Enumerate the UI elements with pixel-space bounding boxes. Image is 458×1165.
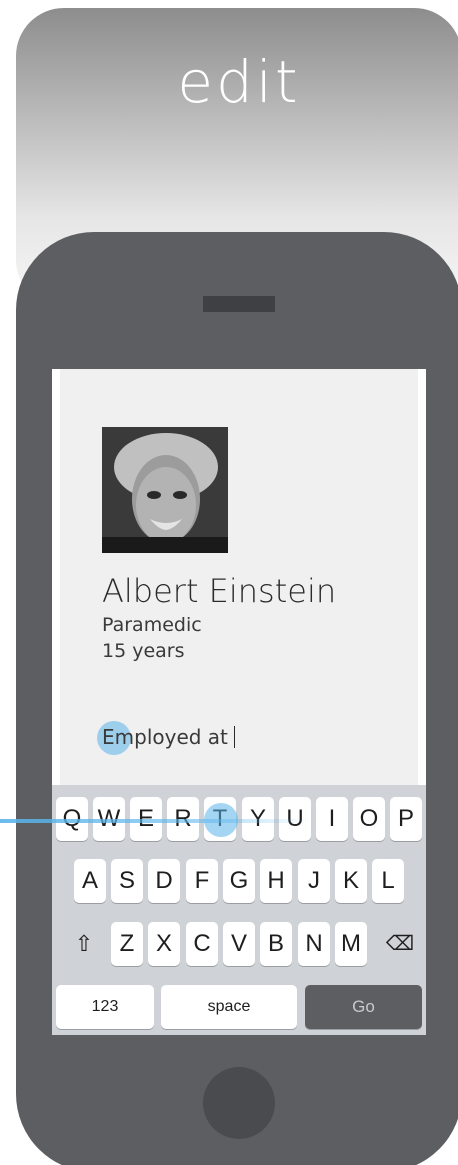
backspace-icon: ⌫ [385,933,415,955]
key-z[interactable]: Z [111,922,143,966]
key-n[interactable]: N [298,922,330,966]
go-button[interactable]: Go [305,985,422,1029]
employed-input[interactable]: Employed at [102,725,235,749]
numbers-key[interactable]: 123 [56,985,154,1029]
page-title: edit [177,48,301,116]
key-k[interactable]: K [335,859,367,903]
profile-years: 15 years [102,640,185,662]
key-h[interactable]: H [260,859,292,903]
shift-key[interactable]: ⇧ [64,922,104,966]
key-m[interactable]: M [335,922,367,966]
delete-key[interactable]: ⌫ [378,922,422,966]
app-mockup: edit Albert Einstein Paramedic 15 years … [0,0,458,1165]
key-g[interactable]: G [223,859,255,903]
phone-speaker [203,296,275,312]
swipe-trail [0,819,310,823]
key-o[interactable]: O [353,797,385,841]
key-a[interactable]: A [74,859,106,903]
profile-name: Albert Einstein [102,572,337,610]
key-b[interactable]: B [260,922,292,966]
key-s[interactable]: S [111,859,143,903]
text-cursor [233,726,235,748]
key-f[interactable]: F [186,859,218,903]
employed-label: Employed at [102,725,228,749]
home-button[interactable] [203,1067,275,1139]
space-key[interactable]: space [161,985,297,1029]
key-p[interactable]: P [390,797,422,841]
profile-role: Paramedic [102,614,202,636]
key-x[interactable]: X [148,922,180,966]
key-d[interactable]: D [148,859,180,903]
portrait-image [102,427,228,553]
shift-icon: ⇧ [74,931,94,956]
phone-screen: Albert Einstein Paramedic 15 years Emplo… [52,369,426,1035]
key-i[interactable]: I [316,797,348,841]
avatar [102,427,228,553]
key-j[interactable]: J [298,859,330,903]
key-c[interactable]: C [186,922,218,966]
screen-edge-right [418,369,426,787]
key-v[interactable]: V [223,922,255,966]
key-l[interactable]: L [372,859,404,903]
screen-edge-left [52,369,60,787]
